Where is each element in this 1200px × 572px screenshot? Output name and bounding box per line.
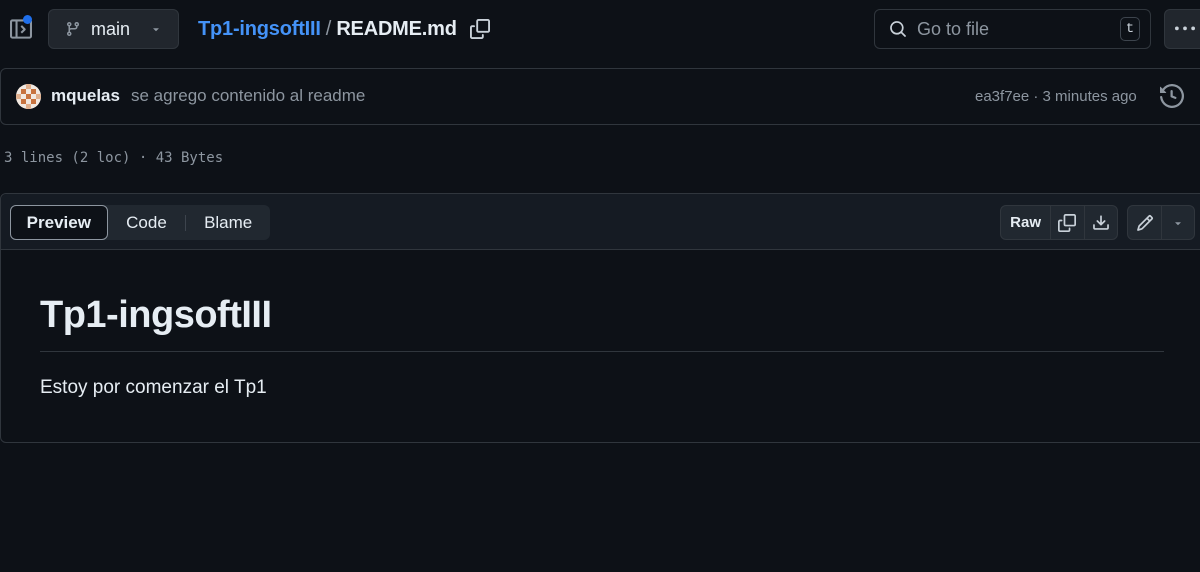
edit-actions-group bbox=[1127, 205, 1195, 240]
file-info: 3 lines (2 loc) · 43 Bytes bbox=[4, 150, 224, 166]
pencil-icon bbox=[1136, 214, 1153, 231]
caret-down-icon bbox=[153, 28, 159, 32]
commit-message[interactable]: se agrego contenido al readme bbox=[131, 86, 365, 106]
caret-down-icon bbox=[1175, 221, 1181, 225]
download-icon bbox=[1092, 214, 1109, 230]
copy-path-button[interactable] bbox=[468, 17, 492, 41]
branch-icon bbox=[66, 22, 79, 37]
tab-preview[interactable]: Preview bbox=[10, 205, 108, 240]
file-actions-group: Raw bbox=[1000, 205, 1118, 240]
copy-raw-button[interactable] bbox=[1050, 206, 1083, 239]
markdown-paragraph: Estoy por comenzar el Tp1 bbox=[40, 377, 267, 398]
go-to-file-placeholder: Go to file bbox=[917, 18, 990, 39]
history-button[interactable] bbox=[1160, 84, 1186, 110]
search-icon bbox=[890, 21, 906, 37]
history-icon bbox=[1160, 84, 1184, 108]
copy-icon bbox=[469, 19, 490, 39]
breadcrumb-repo-link[interactable]: Tp1-ingsoftIII bbox=[198, 18, 321, 41]
go-to-file-input[interactable]: Go to file t bbox=[874, 9, 1151, 49]
markdown-heading: Tp1-ingsoftIII bbox=[40, 294, 272, 336]
avatar[interactable] bbox=[16, 84, 41, 109]
sidebar-toggle-button[interactable] bbox=[6, 14, 36, 44]
raw-button[interactable]: Raw bbox=[1001, 214, 1050, 231]
copy-icon bbox=[1058, 213, 1077, 232]
heading-divider bbox=[40, 351, 1164, 352]
shortcut-key: t bbox=[1120, 17, 1140, 41]
commit-author[interactable]: mquelas bbox=[51, 86, 120, 106]
tab-blame[interactable]: Blame bbox=[186, 205, 270, 240]
commit-meta[interactable]: ea3f7ee · 3 minutes ago bbox=[975, 88, 1137, 105]
edit-dropdown-button[interactable] bbox=[1161, 206, 1194, 239]
tab-code[interactable]: Code bbox=[108, 205, 186, 240]
branch-selector-button[interactable]: main bbox=[48, 9, 179, 49]
notification-dot bbox=[23, 15, 32, 24]
breadcrumb: Tp1-ingsoftIII / README.md bbox=[198, 14, 492, 44]
breadcrumb-separator: / bbox=[325, 17, 332, 40]
avatar-icon bbox=[16, 84, 41, 109]
more-options-button[interactable] bbox=[1164, 9, 1200, 49]
kebab-icon bbox=[1175, 26, 1195, 31]
breadcrumb-file: README.md bbox=[336, 17, 457, 40]
edit-button[interactable] bbox=[1128, 206, 1161, 239]
view-mode-tabs: Preview Code Blame bbox=[10, 205, 270, 240]
branch-label: main bbox=[91, 18, 131, 39]
download-button[interactable] bbox=[1083, 206, 1117, 239]
